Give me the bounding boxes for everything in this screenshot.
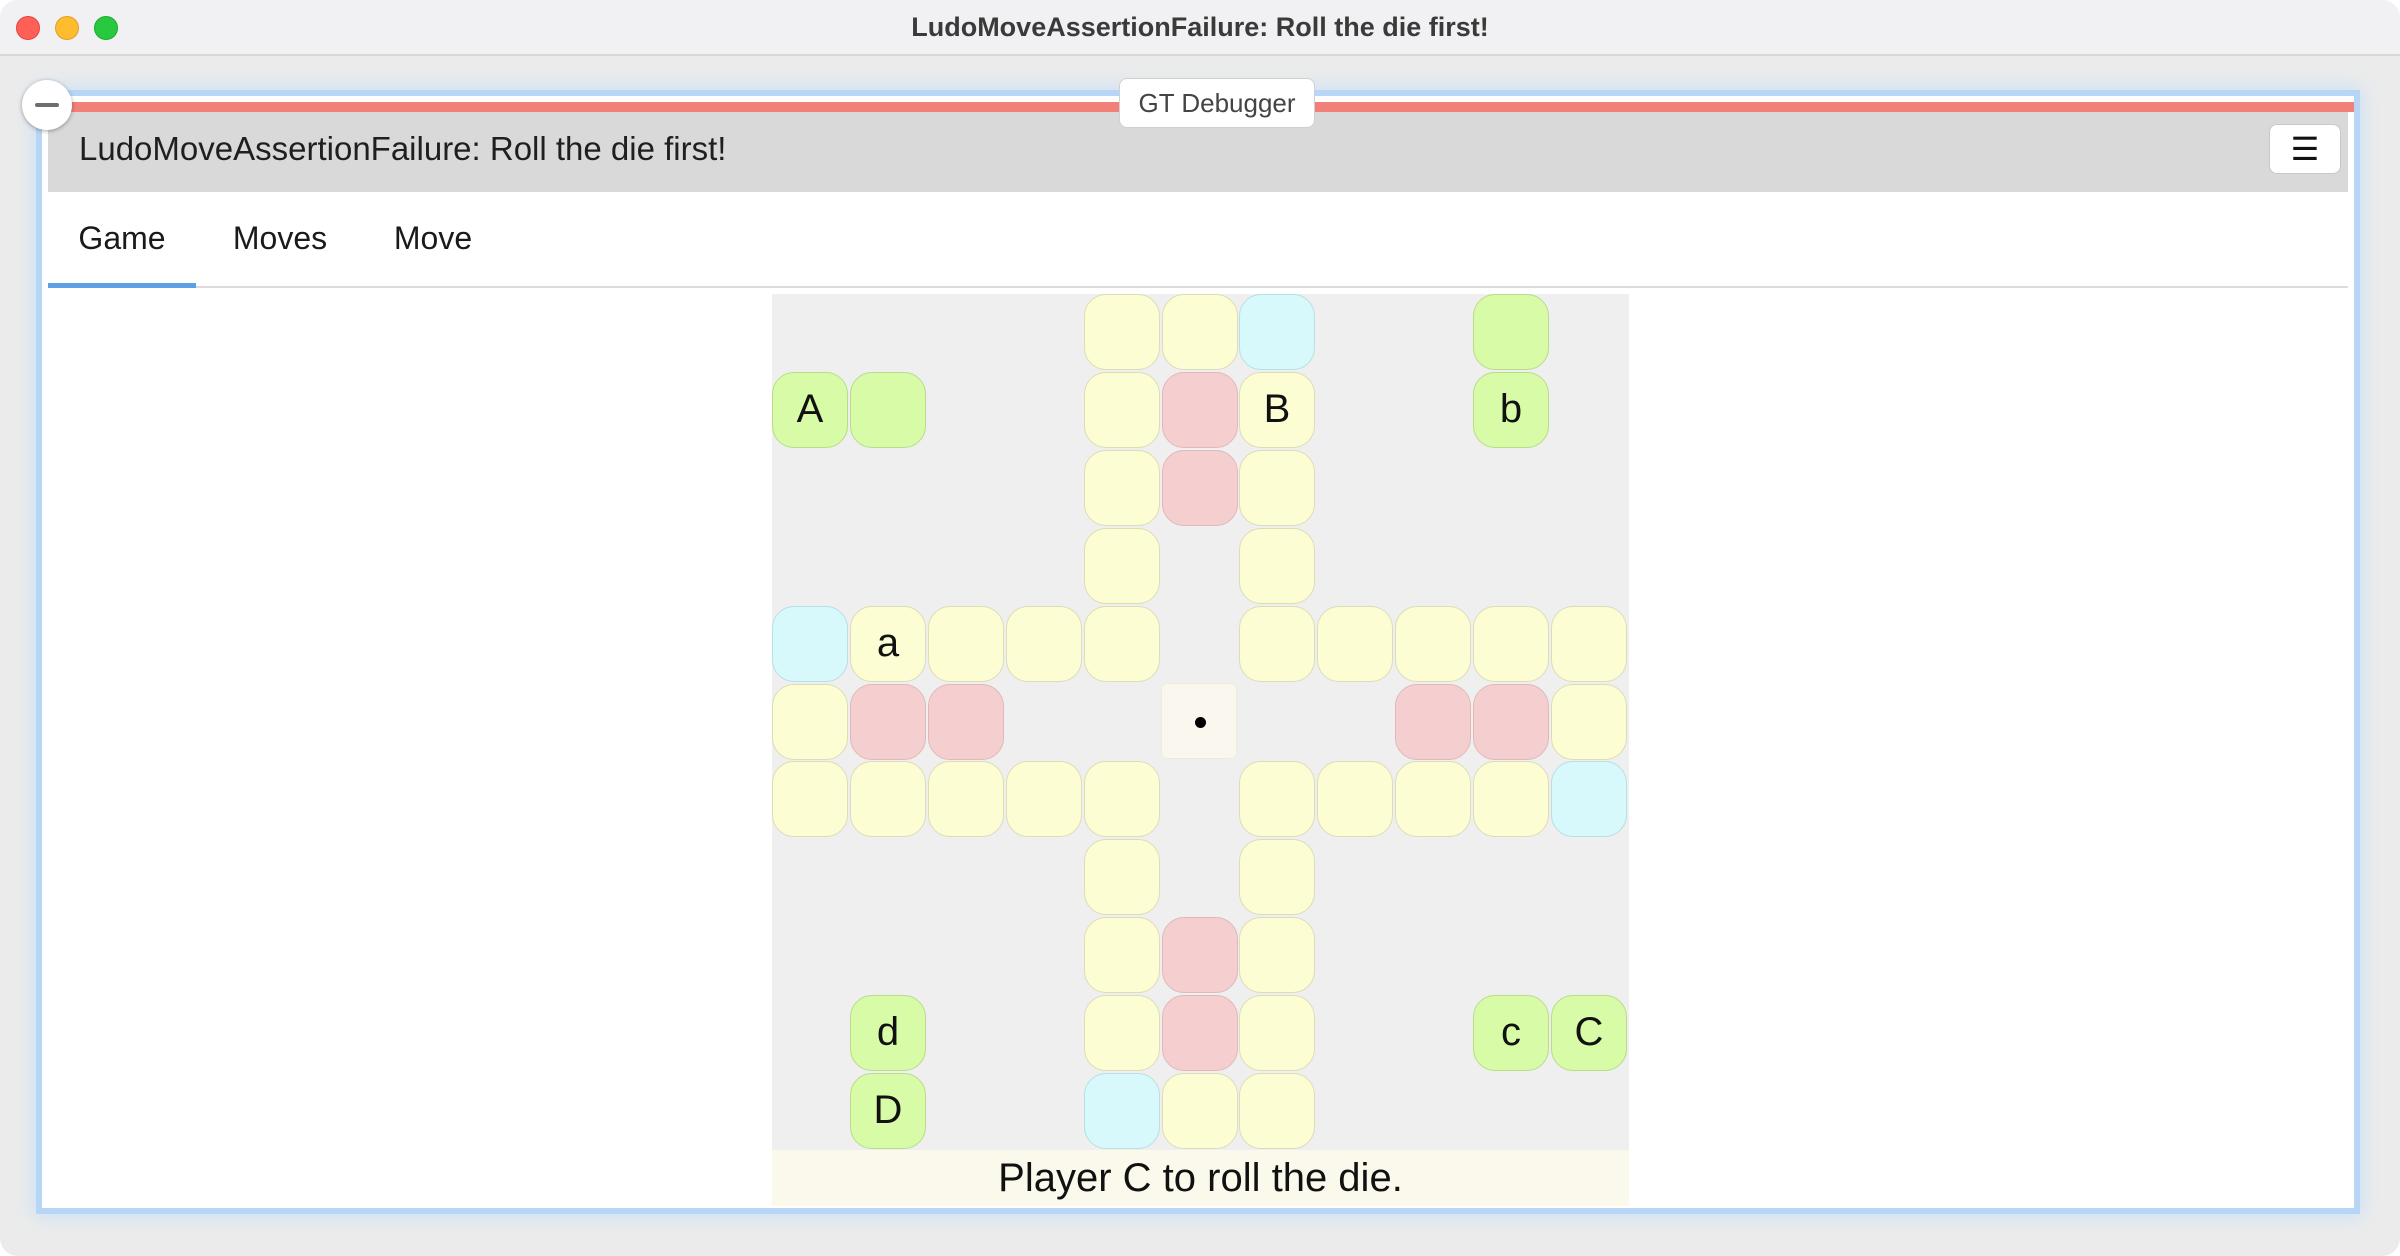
board-square[interactable]: [1395, 761, 1471, 837]
token-D[interactable]: D: [850, 1073, 926, 1149]
board-square[interactable]: [1084, 372, 1160, 448]
board-square[interactable]: [928, 761, 1004, 837]
token-B[interactable]: B: [1239, 372, 1315, 448]
app-window: LudoMoveAssertionFailure: Roll the die f…: [0, 0, 2400, 1256]
board-square[interactable]: [1239, 450, 1315, 526]
die[interactable]: [1161, 683, 1237, 759]
board-square[interactable]: [1239, 294, 1315, 370]
board-square[interactable]: [1084, 839, 1160, 915]
board-square[interactable]: [1162, 294, 1238, 370]
tab-move[interactable]: Move: [378, 192, 488, 288]
board-square[interactable]: [1473, 606, 1549, 682]
board-square[interactable]: [1084, 606, 1160, 682]
ludo-board: A Bb a d cC D: [772, 294, 1629, 1206]
token-b[interactable]: b: [1473, 372, 1549, 448]
board-square[interactable]: [1395, 684, 1471, 760]
token-a[interactable]: a: [850, 606, 926, 682]
board-square[interactable]: [1239, 839, 1315, 915]
tab-game[interactable]: Game: [48, 192, 196, 288]
board-square[interactable]: [1317, 606, 1393, 682]
board-square[interactable]: [1084, 917, 1160, 993]
board-square[interactable]: [1473, 294, 1549, 370]
window-title: LudoMoveAssertionFailure: Roll the die f…: [911, 12, 1489, 42]
gt-debugger-label: GT Debugger: [1119, 78, 1315, 128]
token-C[interactable]: C: [1551, 995, 1627, 1071]
board-square[interactable]: [1084, 528, 1160, 604]
board-square[interactable]: [772, 606, 848, 682]
board-square[interactable]: [1473, 761, 1549, 837]
board-square[interactable]: [1162, 372, 1238, 448]
board-square[interactable]: [1239, 761, 1315, 837]
board-square[interactable]: [1239, 528, 1315, 604]
board-square[interactable]: [1551, 606, 1627, 682]
view-tabs: Game Moves Move: [48, 192, 2348, 288]
hamburger-menu-icon[interactable]: ☰: [2269, 124, 2341, 174]
board-square[interactable]: [1239, 917, 1315, 993]
status-message: Player C to roll the die.: [772, 1150, 1629, 1206]
board-square[interactable]: [1162, 1073, 1238, 1149]
board-square[interactable]: [1395, 606, 1471, 682]
board-square[interactable]: [928, 606, 1004, 682]
board-square[interactable]: [850, 684, 926, 760]
board-square[interactable]: [1239, 606, 1315, 682]
board-square[interactable]: [1006, 606, 1082, 682]
board-square[interactable]: [1162, 995, 1238, 1071]
board-square[interactable]: [1239, 995, 1315, 1071]
board-square[interactable]: [1084, 761, 1160, 837]
token-A[interactable]: A: [772, 372, 848, 448]
board-square[interactable]: [1084, 294, 1160, 370]
board-square[interactable]: [928, 684, 1004, 760]
board-square[interactable]: [1239, 1073, 1315, 1149]
board-square[interactable]: [1473, 684, 1549, 760]
board-square[interactable]: [772, 684, 848, 760]
board-square[interactable]: [1162, 917, 1238, 993]
die-pip: [1195, 717, 1206, 728]
tab-moves[interactable]: Moves: [214, 192, 346, 288]
board-square[interactable]: [1551, 684, 1627, 760]
board-square[interactable]: [1084, 1073, 1160, 1149]
board-square[interactable]: [1084, 995, 1160, 1071]
title-bar: LudoMoveAssertionFailure: Roll the die f…: [0, 0, 2400, 56]
board-square[interactable]: [1084, 450, 1160, 526]
board-square[interactable]: [1162, 450, 1238, 526]
board-square[interactable]: [1551, 761, 1627, 837]
board-square[interactable]: [850, 372, 926, 448]
board-square[interactable]: [772, 761, 848, 837]
board-square[interactable]: [850, 761, 926, 837]
token-d[interactable]: d: [850, 995, 926, 1071]
collapse-minus-icon[interactable]: [22, 80, 72, 130]
token-c[interactable]: c: [1473, 995, 1549, 1071]
exception-title: LudoMoveAssertionFailure: Roll the die f…: [79, 130, 727, 167]
board-square[interactable]: [1006, 761, 1082, 837]
board-square[interactable]: [1317, 761, 1393, 837]
